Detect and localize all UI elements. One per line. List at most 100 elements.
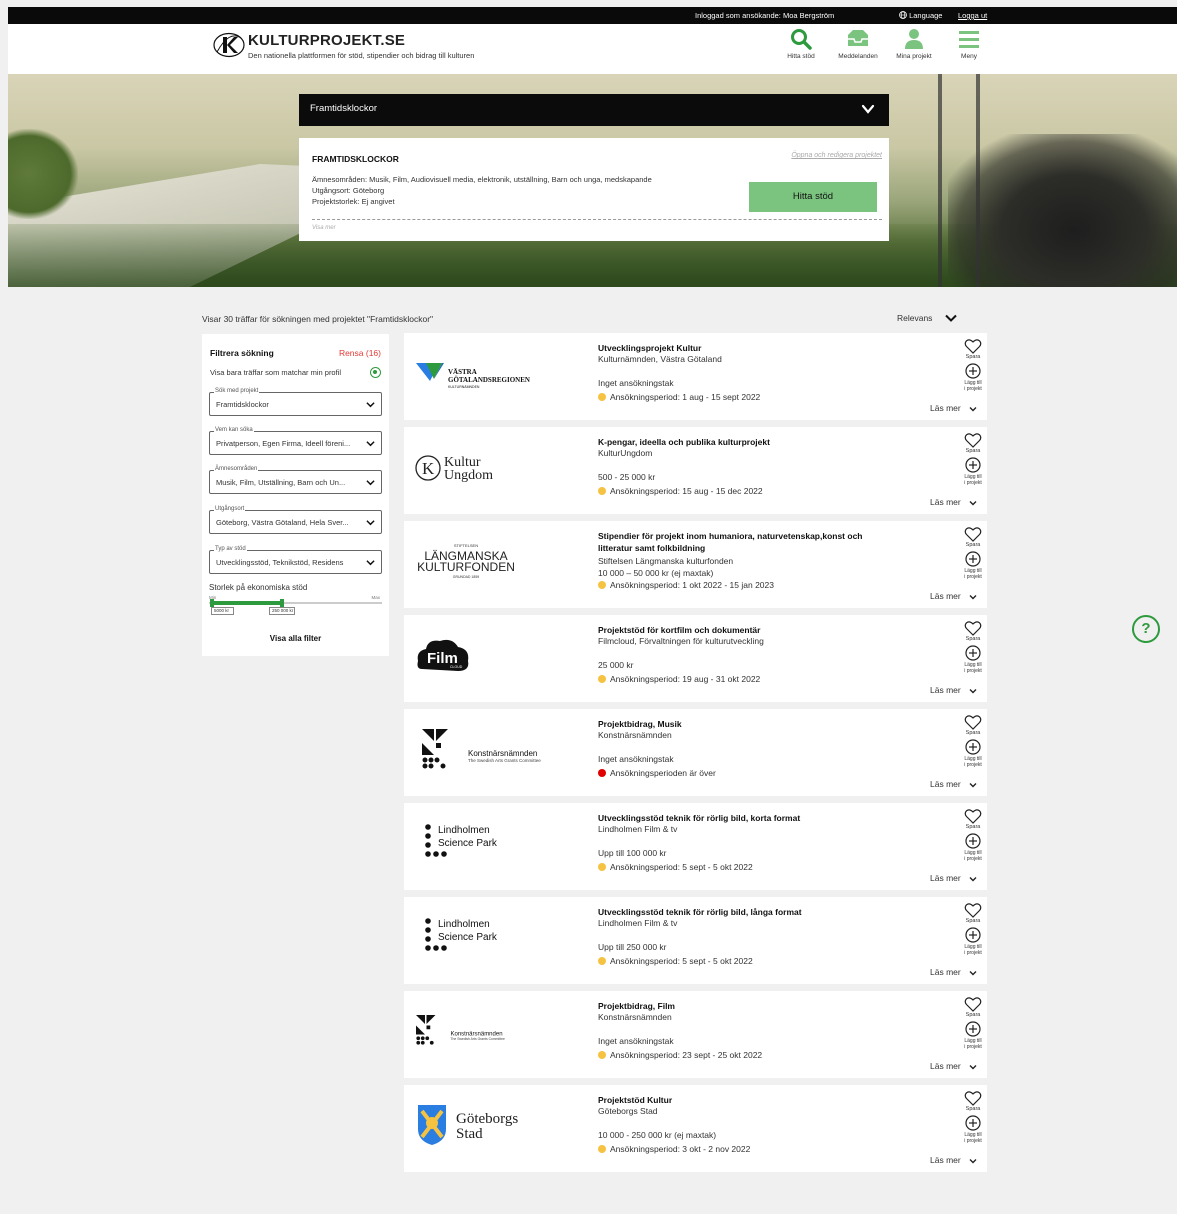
filter-subject-areas-select[interactable]: Ämnesområden Musik, Film, Utställning, B… xyxy=(209,466,382,494)
nav-mina-projekt[interactable]: Mina projekt xyxy=(889,27,939,60)
read-more-button[interactable]: Läs mer xyxy=(930,591,977,601)
chevron-down-icon xyxy=(366,560,375,566)
kulturprojekt-logo-icon[interactable] xyxy=(213,32,245,58)
show-all-filters-button[interactable]: Visa alla filter xyxy=(202,634,389,643)
chevron-down-icon xyxy=(969,877,977,882)
filter-title: Filtrera sökning xyxy=(210,348,274,358)
chevron-down-icon xyxy=(366,480,375,486)
add-to-project-icon[interactable] xyxy=(965,457,981,473)
select-legend: Ämnesområden xyxy=(214,466,259,472)
heart-icon[interactable] xyxy=(964,338,982,355)
read-more-button[interactable]: Läs mer xyxy=(930,967,977,977)
add-label-line2: i projekt xyxy=(964,574,982,580)
select-value: Utvecklingsstöd, Teknikstöd, Residens xyxy=(216,558,344,567)
heart-icon[interactable] xyxy=(964,1090,982,1107)
read-more-button[interactable]: Läs mer xyxy=(930,497,977,507)
results-count: Visar 30 träffar för sökningen med proje… xyxy=(202,314,434,324)
add-to-project-label: Lägg till i projekt xyxy=(956,944,990,956)
edit-project-link[interactable]: Öppna och redigera projektet xyxy=(791,152,882,159)
card-amount: 500 - 25 000 kr xyxy=(598,472,656,482)
hero-bush-shape xyxy=(8,129,78,219)
langmanska-logo: STIFTELSEN LÄNGMANSKA KULTURFONDEN GRUND… xyxy=(414,529,564,595)
heart-icon[interactable] xyxy=(964,996,982,1013)
add-to-project-icon[interactable] xyxy=(965,927,981,943)
heart-icon[interactable] xyxy=(964,808,982,825)
read-more-button[interactable]: Läs mer xyxy=(930,1061,977,1071)
result-card[interactable]: K Kultur Ungdom K-pengar, ideella och pu… xyxy=(404,427,987,514)
result-card[interactable]: VÄSTRA GÖTALANDSREGIONEN KULTURNÄMNDEN U… xyxy=(404,333,987,420)
chevron-down-icon xyxy=(969,783,977,788)
site-title[interactable]: KULTURPROJEKT.SE xyxy=(248,32,405,49)
result-card[interactable]: Konstnärsnämnden The Swedish Arts Grants… xyxy=(404,991,987,1078)
add-to-project-icon[interactable] xyxy=(965,551,981,567)
slider-min-handle[interactable] xyxy=(210,599,215,607)
heart-icon[interactable] xyxy=(964,902,982,919)
card-amount: 10 000 - 250 000 kr (ej maxtak) xyxy=(598,1130,717,1140)
read-more-button[interactable]: Läs mer xyxy=(930,779,977,789)
result-card[interactable]: Göteborgs Stad Projektstöd Kultur Götebo… xyxy=(404,1085,987,1172)
read-more-button[interactable]: Läs mer xyxy=(930,1155,977,1165)
sort-dropdown[interactable]: Relevans xyxy=(897,313,957,323)
svg-text:CLOUD: CLOUD xyxy=(450,665,463,669)
filter-location-select[interactable]: Utgångsort Göteborg, Västra Götaland, He… xyxy=(209,506,382,534)
heart-icon[interactable] xyxy=(964,432,982,449)
slider-max-input[interactable]: 250 000 kr xyxy=(269,607,295,615)
result-card[interactable]: Lindholmen Science Park Utvecklingsstöd … xyxy=(404,803,987,890)
add-label-line2: i projekt xyxy=(964,762,982,768)
svg-text:The Swedish Arts Grants Commit: The Swedish Arts Grants Committee xyxy=(468,758,541,763)
language-link[interactable]: Language xyxy=(899,11,942,20)
card-title[interactable]: Stipendier för projekt inom humaniora, n… xyxy=(598,530,898,554)
read-more-button[interactable]: Läs mer xyxy=(930,403,977,413)
logout-link[interactable]: Logga ut xyxy=(958,11,987,20)
card-organization: Stiftelsen Längmanska kulturfonden xyxy=(598,556,734,566)
add-to-project-icon[interactable] xyxy=(965,1115,981,1131)
project-select[interactable]: Framtidsklockor xyxy=(299,94,889,126)
add-to-project-icon[interactable] xyxy=(965,1021,981,1037)
slider-min-input[interactable]: 5000 kr xyxy=(211,607,234,615)
nav-label: Meddelanden xyxy=(838,53,878,60)
card-amount: Upp till 250 000 kr xyxy=(598,942,667,952)
filter-who-can-apply-select[interactable]: Vem kan söka Privatperson, Egen Firma, I… xyxy=(209,427,382,455)
add-to-project-icon[interactable] xyxy=(965,739,981,755)
result-card[interactable]: Film CLOUD Projektstöd för kortfilm och … xyxy=(404,615,987,702)
nav-hitta-stod[interactable]: Hitta stöd xyxy=(776,27,826,60)
konstnarsnamnden-logo: Konstnärsnämnden The Swedish Arts Grants… xyxy=(414,717,564,783)
find-support-button[interactable]: Hitta stöd xyxy=(749,182,877,212)
result-card[interactable]: STIFTELSEN LÄNGMANSKA KULTURFONDEN GRUND… xyxy=(404,521,987,608)
result-card[interactable]: Lindholmen Science Park Utvecklingsstöd … xyxy=(404,897,987,984)
add-to-project-icon[interactable] xyxy=(965,363,981,379)
heart-icon[interactable] xyxy=(964,620,982,637)
read-more-label: Läs mer xyxy=(930,1061,961,1071)
card-title[interactable]: Utvecklingsstöd teknik för rörlig bild, … xyxy=(598,906,898,918)
card-title[interactable]: Projektbidrag, Musik xyxy=(598,718,898,730)
card-title[interactable]: Utvecklingsprojekt Kultur xyxy=(598,342,898,354)
card-title[interactable]: K-pengar, ideella och publika kulturproj… xyxy=(598,436,898,448)
nav-meny[interactable]: Meny xyxy=(944,27,994,60)
result-card[interactable]: Konstnärsnämnden The Swedish Arts Grants… xyxy=(404,709,987,796)
site-subtitle: Den nationella plattformen för stöd, sti… xyxy=(248,51,475,60)
nav-meddelanden[interactable]: Meddelanden xyxy=(833,27,883,60)
match-profile-radio[interactable] xyxy=(370,367,381,378)
add-to-project-icon[interactable] xyxy=(965,833,981,849)
card-title[interactable]: Projektstöd Kultur xyxy=(598,1094,898,1106)
show-more-link[interactable]: Visa mer xyxy=(312,225,336,231)
card-period-text: Ansökningsperiod: 1 okt 2022 - 15 jan 20… xyxy=(610,580,774,590)
filter-project-select[interactable]: Sök med projekt Framtidsklockor xyxy=(209,388,382,416)
read-more-label: Läs mer xyxy=(930,591,961,601)
clear-filters-button[interactable]: Rensa (16) xyxy=(339,348,381,358)
add-to-project-icon[interactable] xyxy=(965,645,981,661)
card-title[interactable]: Projektbidrag, Film xyxy=(598,1000,898,1012)
slider-max-handle[interactable] xyxy=(279,599,284,607)
read-more-button[interactable]: Läs mer xyxy=(930,873,977,883)
save-label: Spara xyxy=(965,636,981,642)
heart-icon[interactable] xyxy=(964,714,982,731)
heart-icon[interactable] xyxy=(964,526,982,543)
size-slider[interactable] xyxy=(209,599,382,607)
filter-support-type-select[interactable]: Typ av stöd Utvecklingsstöd, Teknikstöd,… xyxy=(209,546,382,574)
read-more-button[interactable]: Läs mer xyxy=(930,685,977,695)
card-title[interactable]: Utvecklingsstöd teknik för rörlig bild, … xyxy=(598,812,898,824)
card-title[interactable]: Projektstöd för kortfilm och dokumentär xyxy=(598,624,898,636)
status-dot-icon xyxy=(598,957,606,965)
help-button[interactable]: ? xyxy=(1132,615,1160,643)
sort-label: Relevans xyxy=(897,313,933,323)
